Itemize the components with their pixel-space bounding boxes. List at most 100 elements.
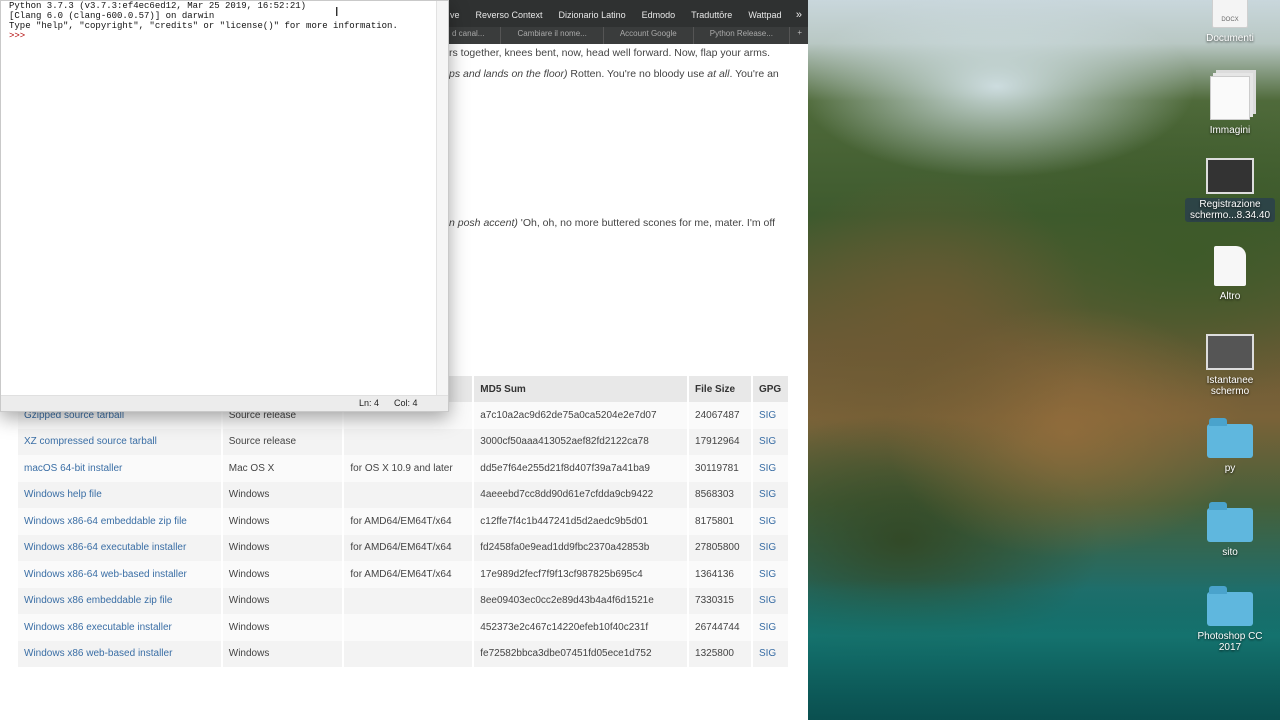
os-cell: Windows (228, 542, 270, 554)
gpg-sig-cell: SIG (751, 534, 791, 561)
idle-shell-window[interactable]: Python 3.7.3 (v3.7.3:ef4ec6ed12, Mar 25 … (0, 0, 449, 412)
gpg-sig-link[interactable]: SIG (759, 622, 776, 633)
gpg-sig-link[interactable]: SIG (759, 595, 776, 606)
desktop-icon-label: Documenti (1206, 33, 1254, 44)
file-link[interactable]: Windows x86-64 web-based installer (24, 569, 187, 580)
bookmarks-bar: ve Reverso Context Dizionario Latino Edm… (448, 0, 808, 30)
bookmark-dizionario-latino[interactable]: Dizionario Latino (551, 10, 634, 20)
line-number: Ln: 4 (359, 398, 380, 408)
shell-banner-line: [Clang 6.0 (clang-600.0.57)] on darwin (9, 11, 215, 21)
file-cell: macOS 64-bit installer (18, 455, 223, 482)
description-cell (343, 587, 475, 614)
prose-text: Rotten. You're no bloody use (567, 68, 708, 80)
file-cell: Windows x86-64 executable installer (18, 534, 223, 561)
tab-cambiare-nome[interactable]: Cambiare il nome... (501, 27, 604, 44)
gpg-sig-link[interactable]: SIG (759, 648, 776, 659)
prose-stage-direction: ps and lands on the floor) (449, 68, 568, 80)
shell-scrollbar[interactable] (436, 1, 448, 397)
description-cell (343, 640, 475, 667)
os-cell: Windows (228, 595, 270, 607)
file-link[interactable]: XZ compressed source tarball (24, 436, 157, 447)
file-link[interactable]: Windows x86 web-based installer (24, 648, 172, 659)
new-tab-icon[interactable]: + (791, 27, 808, 44)
description-cell: for OS X 10.9 and later (343, 455, 475, 482)
description-cell: for AMD64/EM64T/x64 (350, 542, 452, 554)
bookmark-reverso-context[interactable]: Reverso Context (468, 10, 551, 20)
os-cell: Windows (228, 515, 270, 527)
os-cell: Windows (228, 489, 270, 501)
gpg-sig-link[interactable]: SIG (759, 516, 776, 527)
file-size-cell: 24067487 (695, 409, 740, 421)
description-cell: for AMD64/EM64T/x64 (343, 534, 475, 561)
file-size-cell: 8175801 (688, 508, 753, 535)
shell-status-bar: Ln: 4 Col: 4 (1, 395, 448, 411)
desktop-icon-istantanee[interactable]: Istantanee schermo (1180, 334, 1280, 398)
file-link[interactable]: Windows x86 embeddable zip file (24, 595, 172, 606)
os-cell: Source release (221, 428, 345, 455)
md5-cell: 8ee09403ec0cc2e89d43b4a4f6d1521e (480, 595, 654, 607)
gpg-sig-link[interactable]: SIG (759, 542, 776, 553)
file-size-cell: 26744744 (695, 621, 740, 633)
desktop-icon-documenti[interactable]: DOCX Documenti (1180, 0, 1280, 45)
file-cell: Windows help file (18, 481, 223, 508)
file-size-cell: 17912964 (688, 428, 753, 455)
bookmark-edmodo[interactable]: Edmodo (634, 10, 684, 20)
md5-cell: c12ffe7f4c1b447241d5d2aedc9b5d01 (480, 515, 649, 527)
bookmark-item[interactable]: ve (448, 10, 468, 20)
prose-line: n posh accent) 'Oh, oh, no more buttered… (449, 217, 775, 229)
os-cell: Windows (221, 508, 345, 535)
gpg-sig-cell: SIG (751, 481, 791, 508)
folder-icon (1207, 418, 1253, 458)
desktop-icon-label: Photoshop CC 2017 (1197, 631, 1263, 653)
file-icon (1214, 246, 1246, 286)
file-size-cell: 1364136 (695, 568, 734, 580)
tab-strip: d canal... Cambiare il nome... Account G… (448, 27, 808, 44)
os-cell: Windows (228, 568, 270, 580)
gpg-sig-link[interactable]: SIG (759, 436, 776, 447)
prose-text: rs together, knees bent, now, head well … (449, 47, 770, 59)
table-row: macOS 64-bit installer Mac OS X for OS X 1… (18, 455, 791, 482)
shell-prompt[interactable]: >>> (9, 31, 31, 41)
image-stack-icon (1210, 76, 1250, 120)
prose-text: . You're an (729, 68, 779, 80)
file-cell: Windows x86 web-based installer (18, 640, 223, 667)
file-link[interactable]: Windows x86-64 embeddable zip file (24, 516, 187, 527)
os-cell: Windows (221, 614, 345, 641)
desktop-icon-sito[interactable]: sito (1180, 502, 1280, 559)
table-row: Windows x86-64 executable installer Windo… (18, 534, 791, 561)
file-link[interactable]: Windows help file (24, 489, 102, 500)
file-size-cell: 24067487 (688, 402, 753, 429)
os-cell: Mac OS X (221, 455, 345, 482)
tab-python-release[interactable]: Python Release... (694, 27, 790, 44)
file-link[interactable]: macOS 64-bit installer (24, 463, 122, 474)
md5-cell: 3000cf50aaa413052aef82fd2122ca78 (473, 428, 690, 455)
gpg-sig-link[interactable]: SIG (759, 489, 776, 500)
gpg-sig-link[interactable]: SIG (759, 569, 776, 580)
gpg-sig-link[interactable]: SIG (759, 410, 776, 421)
column-number: Col: 4 (394, 398, 418, 408)
file-link[interactable]: Windows x86 executable installer (24, 622, 172, 633)
screen-recording-icon (1206, 158, 1254, 194)
text-cursor-icon: Ι (335, 5, 339, 19)
file-size-cell: 8568303 (695, 489, 734, 501)
tab-account-google[interactable]: Account Google (604, 27, 694, 44)
bookmark-wattpad[interactable]: Wattpad (740, 10, 789, 20)
desktop-icon-immagini[interactable]: Immagini (1180, 76, 1280, 137)
file-cell: Windows x86 embeddable zip file (18, 587, 223, 614)
tab-canal[interactable]: d canal... (448, 27, 502, 44)
desktop-icon-registrazione[interactable]: Registrazione schermo...8.34.40 (1180, 158, 1280, 222)
more-bookmarks-icon[interactable]: » (796, 9, 808, 21)
file-size-cell: 7330315 (695, 595, 734, 607)
description-cell (343, 481, 475, 508)
desktop-icon-photoshop[interactable]: Photoshop CC 2017 (1180, 586, 1280, 654)
description-cell: for AMD64/EM64T/x64 (350, 568, 452, 580)
screenshot-stack-icon (1206, 334, 1254, 370)
file-size-cell: 8175801 (695, 515, 734, 527)
desktop-icon-altro[interactable]: Altro (1180, 246, 1280, 303)
bookmark-traduttore[interactable]: Traduttōre (683, 10, 740, 20)
desktop-icon-py[interactable]: py (1180, 418, 1280, 475)
gpg-sig-link[interactable]: SIG (759, 463, 776, 474)
shell-banner-line: Type "help", "copyright", "credits" or "… (9, 21, 398, 31)
file-link[interactable]: Windows x86-64 executable installer (24, 542, 186, 553)
os-cell: Windows (221, 481, 345, 508)
